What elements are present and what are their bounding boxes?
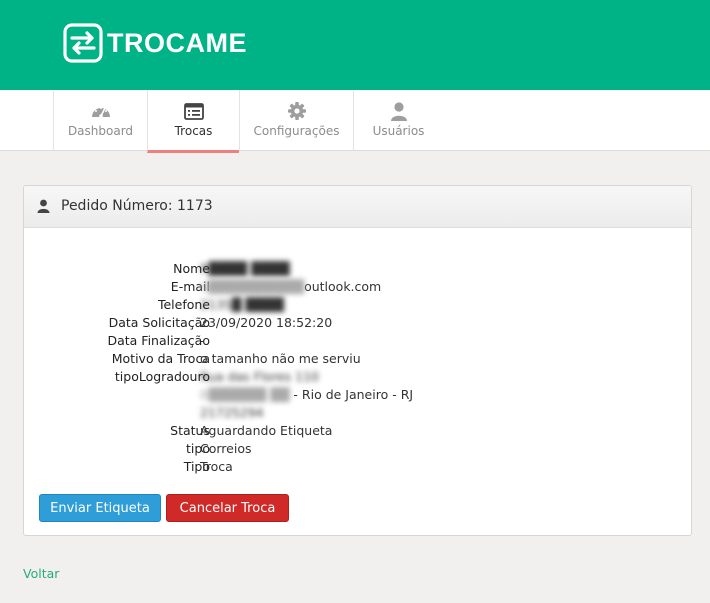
nav-dashboard[interactable]: Dashboard — [53, 90, 147, 150]
cancel-exchange-button[interactable]: Cancelar Troca — [166, 494, 289, 522]
field-status: Status Aguardando Etiqueta — [24, 422, 691, 440]
field-value: Troca — [200, 459, 233, 474]
field-label: Data Finalização — [107, 333, 210, 348]
field-value: 23/09/2020 18:52:20 — [200, 315, 333, 330]
field-email: E-mail b██████████outlook.com — [24, 278, 691, 296]
field-cep: 21725294 — [24, 404, 691, 422]
back-link[interactable]: Voltar — [23, 566, 59, 581]
dashboard-icon — [91, 107, 110, 118]
field-tipo-envio: tipo Correios — [24, 440, 691, 458]
field-value: 2135█ ████ — [200, 297, 284, 312]
field-telefone: Telefone 2135█ ████ — [24, 296, 691, 314]
field-value: R████ ████ — [200, 261, 290, 276]
field-bairro-cidade: B██████ ██ - Rio de Janeiro - RJ — [24, 386, 691, 404]
send-label-button[interactable]: Enviar Etiqueta — [39, 494, 161, 522]
field-value: 21725294 — [200, 405, 264, 420]
field-value: o tamanho não me serviu — [200, 351, 361, 366]
field-data-solicitacao: Data Solicitação 23/09/2020 18:52:20 — [24, 314, 691, 332]
brand-logo[interactable]: TROCAME — [63, 23, 247, 63]
nav-configuracoes[interactable]: Configurações — [239, 90, 353, 150]
nav-dashboard-label: Dashboard — [67, 124, 134, 138]
panel-header: Pedido Número: 1173 — [24, 186, 691, 228]
field-value: Aguardando Etiqueta — [200, 423, 333, 438]
field-tipo: Tipo Troca — [24, 458, 691, 476]
order-details: Nome R████ ████ E-mail b██████████outloo… — [24, 260, 691, 476]
main-nav: Dashboard Trocas Configurações Usuários — [0, 90, 710, 153]
field-value: B██████ ██ - Rio de Janeiro - RJ — [200, 387, 414, 402]
field-value: b██████████outlook.com — [200, 279, 382, 294]
swap-arrows-icon — [63, 23, 103, 63]
nav-usuarios[interactable]: Usuários — [353, 90, 443, 150]
nav-trocas-label: Trocas — [174, 124, 213, 138]
app-header: TROCAME — [0, 0, 710, 90]
field-value: - — [200, 333, 205, 348]
brand-name: TROCAME — [107, 28, 247, 58]
field-motivo: Motivo da Troca o tamanho não me serviu — [24, 350, 691, 368]
nav-configuracoes-label: Configurações — [253, 124, 340, 138]
nav-trocas[interactable]: Trocas — [147, 90, 239, 153]
field-value: Correios — [200, 441, 252, 456]
field-value: Rua das Flores 110 — [200, 369, 319, 384]
nav-usuarios-label: Usuários — [372, 124, 425, 138]
panel-title: Pedido Número: 1173 — [61, 198, 213, 214]
field-logradouro: tipoLogradouro Rua das Flores 110 — [24, 368, 691, 386]
user-icon — [37, 199, 50, 213]
field-label: Data Solicitação — [108, 315, 210, 330]
user-icon — [390, 102, 407, 121]
field-data-finalizacao: Data Finalização - — [24, 332, 691, 350]
field-label: tipoLogradouro — [114, 369, 210, 384]
gear-icon — [287, 102, 306, 120]
field-nome: Nome R████ ████ — [24, 260, 691, 278]
list-icon — [183, 103, 204, 120]
order-panel: Pedido Número: 1173 Nome R████ ████ E-ma… — [23, 185, 692, 536]
field-label: Motivo da Troca — [111, 351, 210, 366]
